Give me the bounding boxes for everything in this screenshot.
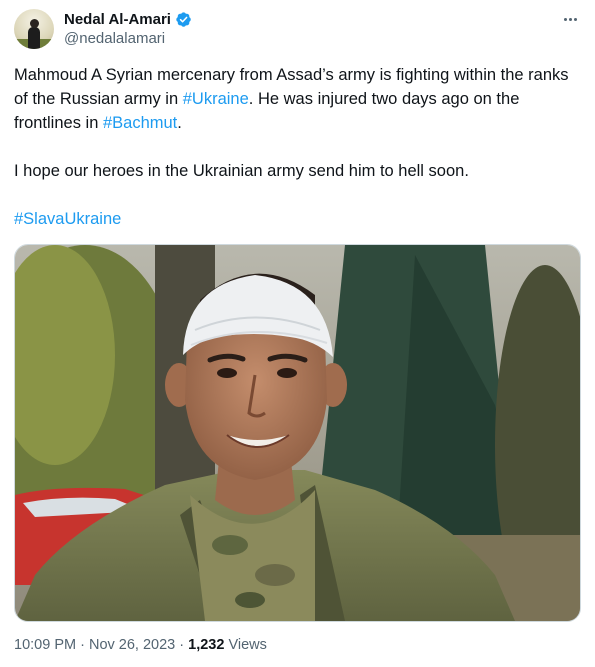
tweet-time-link[interactable]: 10:09 PM [14, 637, 76, 653]
tweet-paragraph-2: I hope our heroes in the Ukrainian army … [14, 162, 469, 180]
camo-spot [212, 535, 248, 555]
verified-badge-icon[interactable] [175, 11, 192, 28]
author-display-name[interactable]: Nedal Al-Amari [64, 11, 171, 28]
hashtag-bachmut-link[interactable]: #Bachmut [103, 114, 177, 132]
tweet-paragraph-1: Mahmoud A Syrian mercenary from Assad’s … [14, 63, 582, 135]
more-horizontal-icon[interactable] [560, 10, 580, 28]
avatar-figure-head [30, 19, 39, 28]
eye-left [217, 368, 237, 378]
views-count: 1,232 [188, 637, 225, 653]
camo-spot [255, 564, 295, 586]
eye-right [277, 368, 297, 378]
author-name-row: Nedal Al-Amari [64, 9, 192, 29]
tweet-text: Mahmoud A Syrian mercenary from Assad’s … [14, 63, 582, 231]
tweet-photo[interactable] [14, 244, 581, 622]
tweet-meta: 10:09 PM · Nov 26, 2023 · 1,232 Views [14, 637, 267, 653]
meta-separator: · [76, 637, 89, 653]
more-dot [568, 17, 572, 21]
meta-separator: · [175, 637, 189, 653]
tweet-date-link[interactable]: Nov 26, 2023 [89, 637, 175, 653]
more-dot [563, 17, 567, 21]
tweet-card: Nedal Al-Amari @nedalalamari Mahmoud A S… [0, 0, 595, 667]
camo-spot [235, 592, 265, 608]
tweet-paragraph-3: #SlavaUkraine [14, 207, 582, 231]
photo-illustration [15, 245, 580, 621]
avatar-figure [28, 27, 40, 49]
more-dot [573, 17, 577, 21]
avatar[interactable] [14, 9, 54, 49]
tweet-text-segment: . [177, 114, 182, 132]
hashtag-slavaukraine-link[interactable]: #SlavaUkraine [14, 210, 121, 228]
author-handle[interactable]: @nedalalamari [64, 30, 165, 47]
views-label: Views [224, 637, 267, 653]
hashtag-ukraine-link[interactable]: #Ukraine [183, 90, 249, 108]
